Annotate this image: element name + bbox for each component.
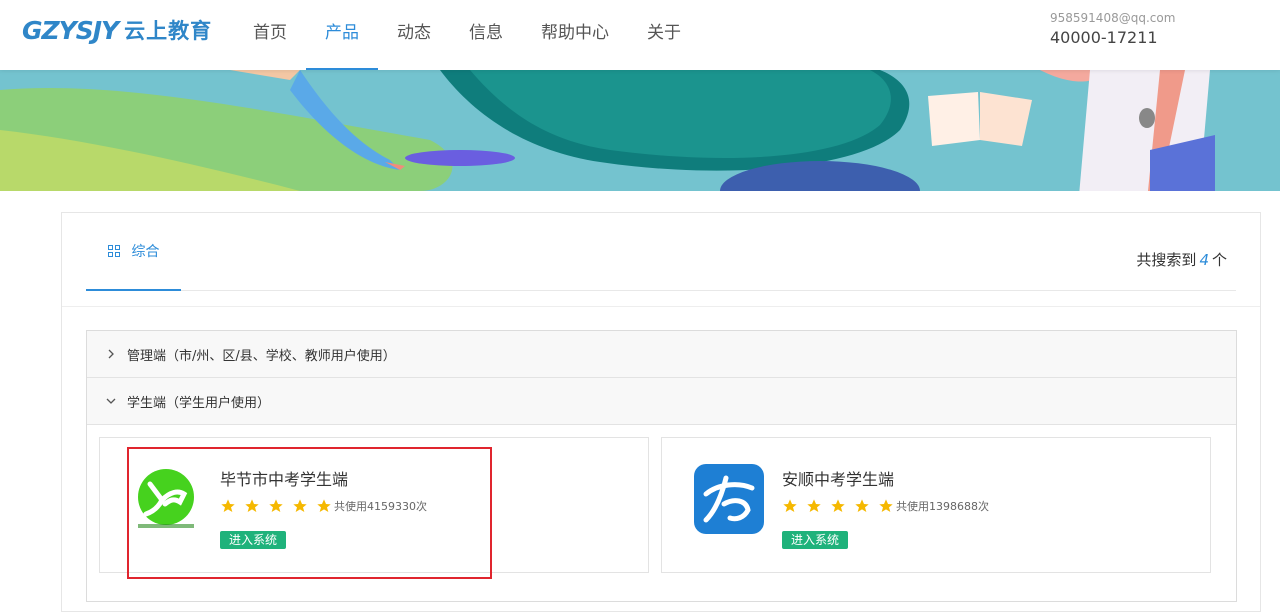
nav-help-center[interactable]: 帮助中心 bbox=[522, 0, 628, 70]
group-admin-label: 管理端（市/州、区/县、学校、教师用户使用） bbox=[127, 348, 396, 364]
rating-stars: 共使用4159330次 bbox=[220, 498, 427, 514]
product-card-anshun[interactable]: 安顺中考学生端 共使用1398688次 进入系统 bbox=[661, 437, 1211, 573]
grid-icon bbox=[107, 245, 120, 257]
usage-count: 共使用4159330次 bbox=[334, 500, 427, 513]
site-logo[interactable]: GZYSJY 云上教育 bbox=[22, 15, 212, 45]
star-icon bbox=[879, 499, 893, 512]
star-icon bbox=[317, 499, 331, 512]
star-icon bbox=[245, 499, 259, 512]
rating-stars: 共使用1398688次 bbox=[782, 498, 989, 514]
logo-text: 云上教育 bbox=[124, 19, 213, 43]
nav-home[interactable]: 首页 bbox=[234, 0, 306, 70]
group-admin-header[interactable]: 管理端（市/州、区/县、学校、教师用户使用） bbox=[87, 331, 1236, 378]
hero-banner bbox=[0, 70, 1280, 191]
category-tabs: 综合 共搜索到 4 个 bbox=[86, 213, 1236, 291]
chevron-down-icon bbox=[105, 397, 117, 405]
result-count-prefix: 共搜索到 bbox=[1136, 251, 1197, 269]
product-groups: 管理端（市/州、区/县、学校、教师用户使用） 学生端（学生用户使用） 毕节市中考… bbox=[86, 330, 1237, 602]
product-card-bijie[interactable]: 毕节市中考学生端 共使用4159330次 进入系统 bbox=[99, 437, 649, 573]
top-header: GZYSJY 云上教育 首页 产品 动态 信息 帮助中心 关于 95859140… bbox=[0, 0, 1280, 70]
star-icon bbox=[269, 499, 283, 512]
banner-illustration bbox=[0, 70, 1280, 191]
usage-count: 共使用1398688次 bbox=[896, 500, 989, 513]
nav-about[interactable]: 关于 bbox=[628, 0, 700, 70]
bijie-logo-icon bbox=[138, 469, 194, 528]
product-name: 毕节市中考学生端 bbox=[220, 470, 349, 489]
tab-all-label: 综合 bbox=[131, 244, 160, 260]
star-icon bbox=[855, 499, 869, 512]
enter-system-button[interactable]: 进入系统 bbox=[220, 531, 287, 549]
star-icon bbox=[831, 499, 845, 512]
star-icon bbox=[293, 499, 307, 512]
contact-info: 958591408@qq.com 40000-17211 bbox=[1050, 11, 1175, 47]
logo-mark: GZYSJY bbox=[22, 15, 119, 45]
group-student-label: 学生端（学生用户使用） bbox=[127, 395, 271, 411]
search-results-card: 综合 共搜索到 4 个 管理端（市/州、区/县、学校、教师用户使用） 学生端（学生用… bbox=[61, 212, 1261, 612]
nav-news[interactable]: 动态 bbox=[378, 0, 450, 70]
nav-info[interactable]: 信息 bbox=[450, 0, 522, 70]
result-count: 共搜索到 4 个 bbox=[1136, 249, 1227, 270]
main-nav: 首页 产品 动态 信息 帮助中心 关于 bbox=[234, 0, 700, 70]
anshun-logo-icon bbox=[694, 464, 764, 534]
enter-system-button[interactable]: 进入系统 bbox=[782, 531, 849, 549]
star-icon bbox=[807, 499, 821, 512]
star-icon bbox=[783, 499, 797, 512]
contact-email: 958591408@qq.com bbox=[1050, 11, 1176, 25]
contact-phone: 40000-17211 bbox=[1050, 28, 1158, 47]
chevron-right-icon bbox=[105, 349, 117, 359]
star-icon bbox=[221, 499, 235, 512]
divider bbox=[62, 306, 1260, 307]
student-products: 毕节市中考学生端 共使用4159330次 进入系统 安顺中考学生端 共使用139… bbox=[99, 437, 1212, 573]
tab-all[interactable]: 综合 bbox=[86, 213, 181, 291]
result-count-number: 4 bbox=[1199, 251, 1209, 269]
nav-products[interactable]: 产品 bbox=[306, 0, 378, 70]
product-name: 安顺中考学生端 bbox=[782, 470, 895, 489]
result-count-suffix: 个 bbox=[1211, 251, 1227, 269]
group-student-header[interactable]: 学生端（学生用户使用） bbox=[87, 378, 1236, 425]
